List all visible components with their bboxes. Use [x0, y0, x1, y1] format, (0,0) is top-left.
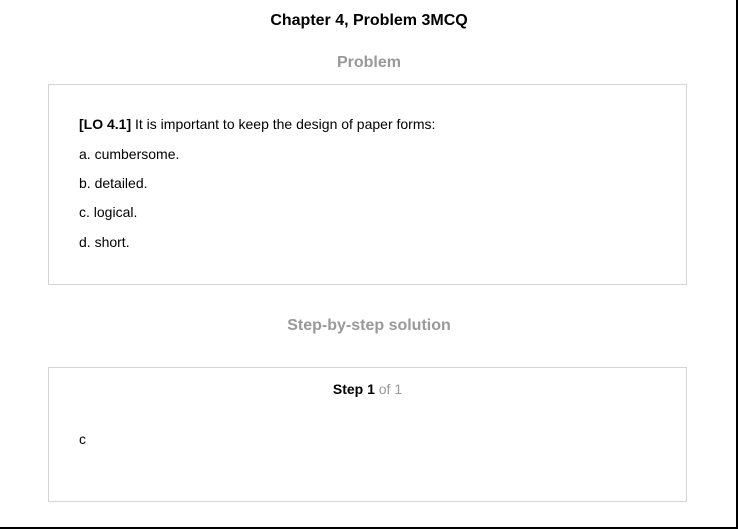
option-c: c. logical. — [79, 204, 138, 220]
option-b: b. detailed. — [79, 175, 148, 191]
step-label: Step 1 — [332, 381, 375, 397]
option-a: a. cumbersome. — [79, 146, 180, 162]
chapter-title: Chapter 4, Problem 3MCQ — [270, 12, 468, 29]
question-text: [LO 4.1] It is important to keep the des… — [79, 116, 435, 132]
step-count: of 1 — [374, 381, 403, 397]
question-body: It is important to keep the design of pa… — [131, 116, 436, 132]
problem-card: [LO 4.1] It is important to keep the des… — [48, 84, 687, 285]
learning-objective-tag: [LO 4.1] — [79, 116, 132, 132]
step-header: Step 1 of 1 — [49, 381, 686, 397]
solution-card: Step 1 of 1 c — [48, 367, 687, 502]
option-d: d. short. — [79, 234, 130, 250]
solution-answer: c — [79, 431, 86, 447]
solution-heading: Step-by-step solution — [287, 317, 451, 334]
problem-heading: Problem — [336, 54, 401, 71]
